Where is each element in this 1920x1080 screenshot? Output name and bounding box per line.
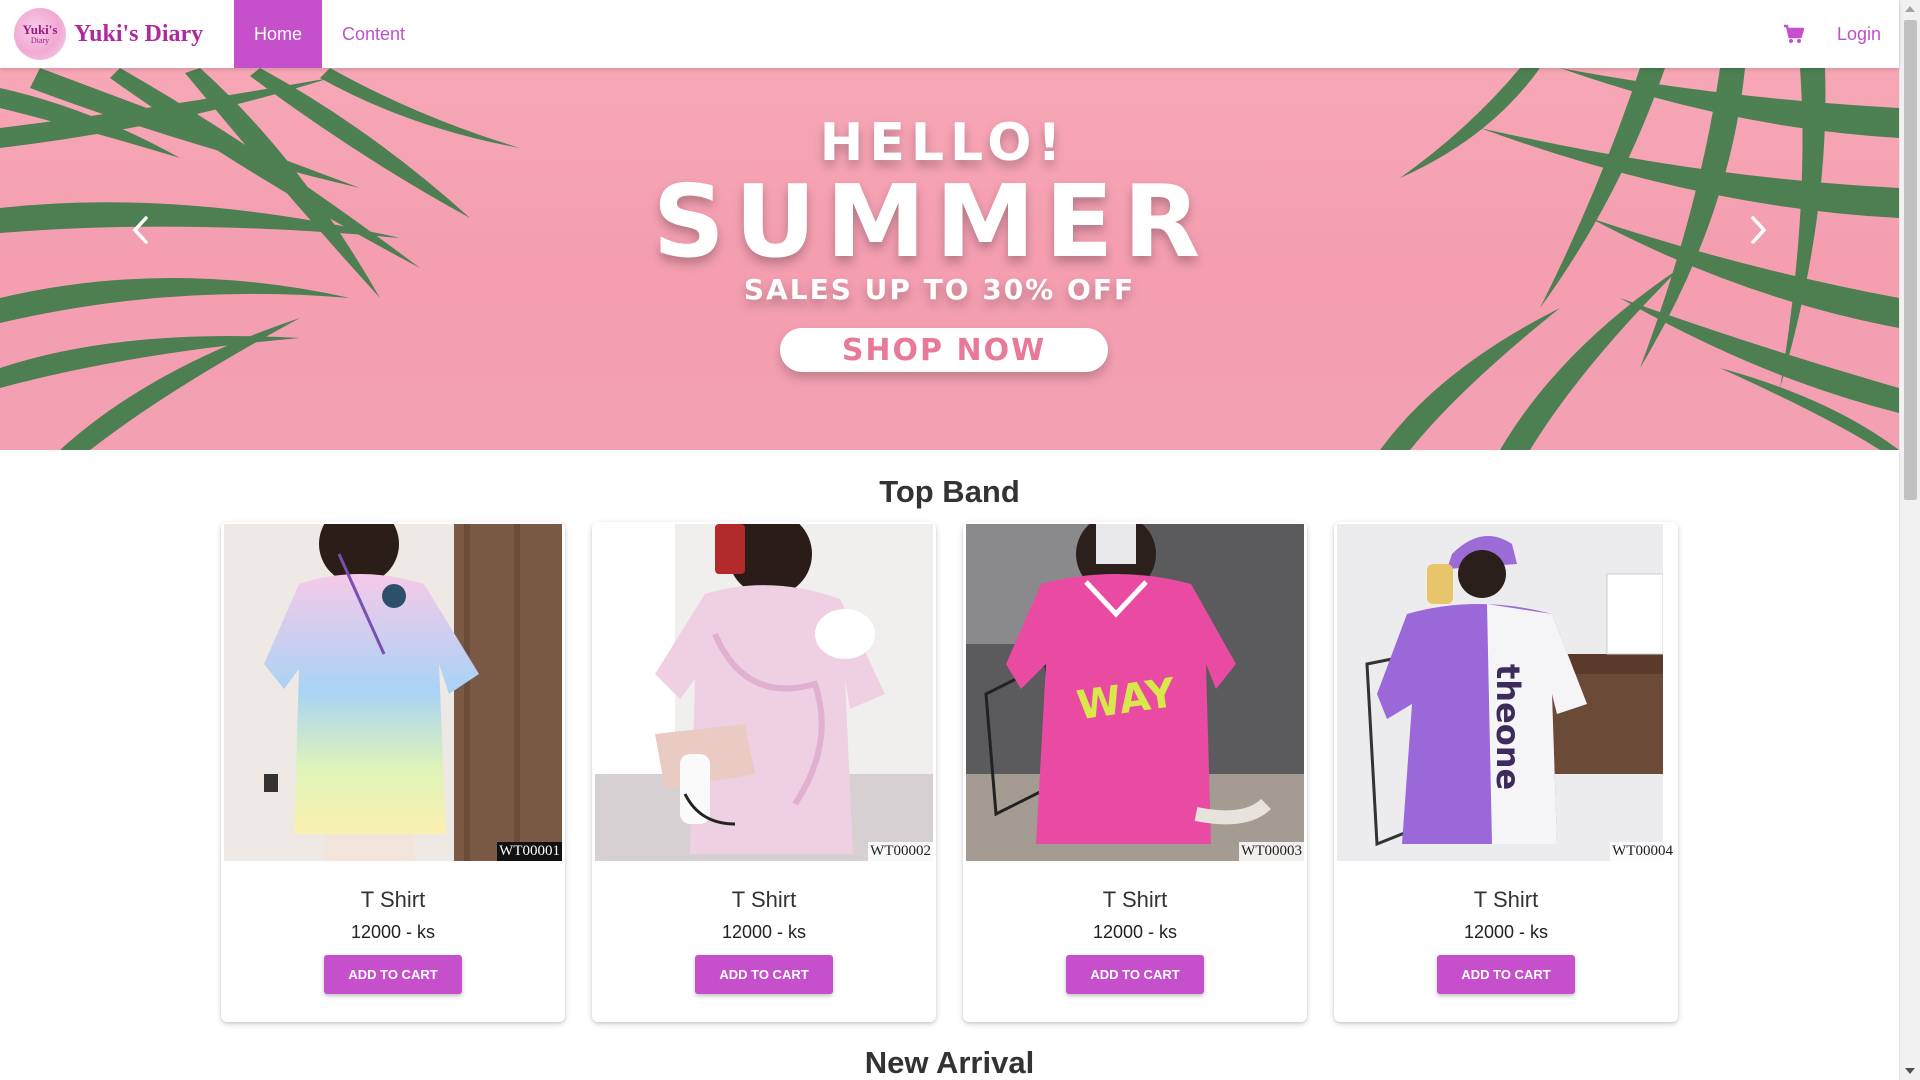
scroll-up-arrow-icon[interactable]	[1905, 6, 1915, 12]
product-photo-purple-tee: theone	[1337, 524, 1663, 861]
product-card[interactable]: theone WT00004 T Shirt 12000 - ks ADD TO…	[1334, 522, 1678, 1022]
add-to-cart-button[interactable]: ADD TO CART	[695, 955, 833, 994]
product-photo-pastel-tee	[224, 524, 562, 861]
add-to-cart-button[interactable]: ADD TO CART	[324, 955, 462, 994]
product-price: 12000 - ks	[721, 922, 807, 942]
section-title-new-arrival: New Arrival	[864, 1045, 1035, 1080]
chevron-left-icon	[132, 216, 148, 244]
product-image[interactable]: WT00001	[224, 524, 562, 861]
shop-now-button[interactable]: SHOP NOW	[780, 328, 1108, 372]
product-sku: WT00004	[1610, 842, 1675, 861]
section-title-top-band: Top Band	[879, 474, 1020, 509]
product-name: T Shirt	[360, 887, 426, 912]
brand-name[interactable]: Yuki's Diary	[74, 21, 203, 48]
top-navbar: Yuki's Diary Yuki's Diary Home Content L…	[0, 0, 1899, 68]
product-sku: WT00001	[497, 842, 562, 861]
nav-content[interactable]: Content	[322, 0, 425, 68]
carousel-next-button[interactable]	[1738, 210, 1778, 250]
product-name: T Shirt	[1473, 887, 1539, 912]
page-scrollbar[interactable]	[1899, 0, 1920, 1080]
brand[interactable]: Yuki's Diary Yuki's Diary	[0, 0, 234, 68]
product-card[interactable]: WAY WT00003 T Shirt 12000 - ks ADD TO CA…	[963, 522, 1307, 1022]
svg-text:theone: theone	[1489, 664, 1527, 790]
product-image[interactable]: WAY WT00003	[966, 524, 1304, 861]
scroll-thumb[interactable]	[1904, 20, 1917, 500]
product-name: T Shirt	[731, 887, 797, 912]
product-image[interactable]: WT00002	[595, 524, 933, 861]
cart-button[interactable]	[1769, 0, 1819, 68]
product-price: 12000 - ks	[1463, 922, 1549, 942]
add-to-cart-button[interactable]: ADD TO CART	[1437, 955, 1575, 994]
product-card[interactable]: WT00001 T Shirt 12000 - ks ADD TO CART	[221, 522, 565, 1022]
scroll-down-arrow-icon[interactable]	[1905, 1068, 1915, 1074]
chevron-right-icon	[1751, 216, 1767, 244]
cart-icon	[1783, 24, 1805, 43]
product-photo-pink-tee: WAY	[966, 524, 1304, 861]
product-price: 12000 - ks	[1092, 922, 1178, 942]
hero-sales-text: SALES UP TO 30% OFF	[743, 273, 1136, 306]
product-card[interactable]: WT00002 T Shirt 12000 - ks ADD TO CART	[592, 522, 936, 1022]
logo-text: Yuki's	[22, 22, 58, 37]
login-link[interactable]: Login	[1819, 0, 1899, 68]
product-sku: WT00003	[1239, 842, 1304, 861]
product-photo-heart-tee	[595, 524, 933, 861]
product-sku: WT00002	[868, 842, 933, 861]
logo-subtext: Diary	[30, 36, 50, 45]
product-price: 12000 - ks	[350, 922, 436, 942]
hero-summer: SUMMER	[652, 163, 1211, 280]
add-to-cart-button[interactable]: ADD TO CART	[1066, 955, 1204, 994]
product-grid: WT00001 T Shirt 12000 - ks ADD TO CART W…	[221, 522, 1678, 1022]
nav-home[interactable]: Home	[234, 0, 323, 68]
logo-badge: Yuki's Diary	[14, 8, 66, 60]
hero-carousel[interactable]: HELLO! SUMMER SALES UP TO 30% OFF SHOP N…	[0, 68, 1899, 450]
carousel-prev-button[interactable]	[121, 210, 161, 250]
product-name: T Shirt	[1102, 887, 1168, 912]
product-image[interactable]: theone WT00004	[1337, 524, 1675, 861]
